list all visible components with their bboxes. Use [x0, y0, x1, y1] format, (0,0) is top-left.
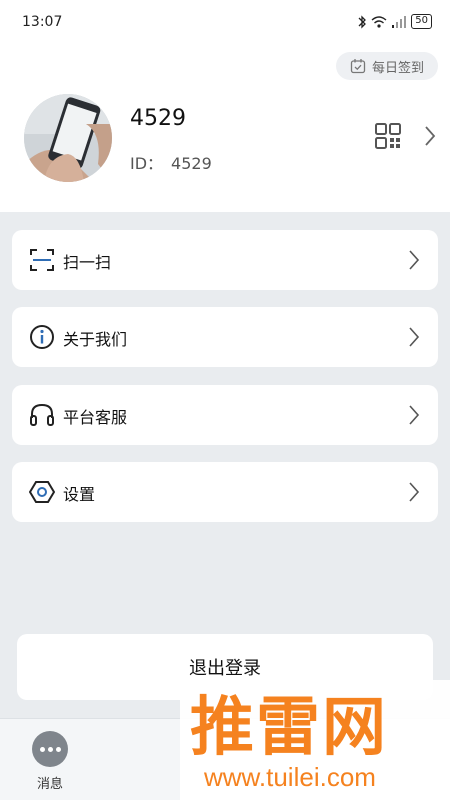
wifi-icon	[371, 15, 387, 28]
menu-item-label: 设置	[63, 485, 96, 504]
menu-item-scan[interactable]: 扫一扫	[12, 230, 438, 290]
checkin-label: 每日签到	[371, 60, 424, 76]
user-id-label: ID：	[130, 154, 164, 173]
status-time: 13:07	[22, 14, 63, 30]
bluetooth-icon	[358, 14, 367, 29]
tab-messages-label: 消息	[36, 777, 63, 792]
avatar-image	[24, 94, 112, 182]
battery-indicator: 50	[411, 14, 432, 29]
user-id: ID： 4529	[130, 150, 212, 174]
chat-bubble-icon	[32, 731, 68, 767]
menu-item-support[interactable]: 平台客服	[12, 385, 438, 445]
chevron-right-icon	[409, 405, 420, 425]
calendar-check-icon	[350, 59, 366, 74]
watermark-logo-text: 推雷网	[190, 691, 388, 765]
scan-icon	[30, 249, 54, 271]
daily-checkin-button[interactable]: 每日签到	[336, 52, 438, 80]
profile-header: 每日签到 4529 ID： 4529	[0, 48, 450, 212]
tab-messages[interactable]: 消息	[20, 731, 80, 792]
avatar[interactable]	[24, 94, 112, 182]
chevron-right-icon	[409, 327, 420, 347]
chevron-right-icon	[409, 482, 420, 502]
chevron-right-icon[interactable]	[423, 124, 437, 148]
info-icon	[30, 325, 54, 349]
user-id-value: 4529	[171, 154, 212, 173]
menu-item-label: 关于我们	[63, 330, 128, 349]
watermark-url: www.tuilei.com	[204, 762, 376, 792]
menu-item-settings[interactable]: 设置	[12, 462, 438, 522]
settings-icon	[29, 481, 55, 503]
status-bar: 13:07 50	[0, 0, 450, 48]
chevron-right-icon	[409, 250, 420, 270]
menu-item-label: 平台客服	[63, 408, 128, 427]
headset-icon	[30, 403, 54, 426]
user-name: 4529	[130, 106, 186, 131]
status-icons: 50	[357, 14, 432, 29]
menu-item-about[interactable]: 关于我们	[12, 307, 438, 367]
signal-icon	[392, 15, 407, 28]
menu-item-label: 扫一扫	[63, 253, 112, 272]
watermark: 推雷网 www.tuilei.com	[180, 680, 450, 800]
qr-code-icon[interactable]	[374, 122, 402, 150]
